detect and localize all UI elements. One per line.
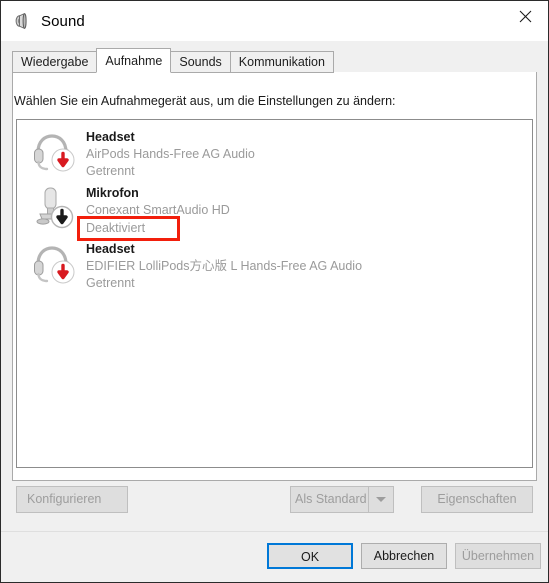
device-status-highlighted: Deaktiviert bbox=[76, 216, 181, 241]
close-icon[interactable] bbox=[502, 1, 548, 31]
tab-kommunikation[interactable]: Kommunikation bbox=[229, 51, 334, 73]
ok-button[interactable]: OK bbox=[267, 543, 353, 569]
window-title: Sound bbox=[41, 12, 85, 30]
list-item[interactable]: Headset AirPods Hands-Free AG Audio Getr… bbox=[17, 120, 532, 178]
apply-button[interactable]: Übernehmen bbox=[455, 543, 541, 569]
list-item[interactable]: Headset EDIFIER LolliPods方心版 L Hands-Fre… bbox=[17, 232, 532, 290]
device-name: Mikrofon bbox=[86, 186, 139, 200]
device-status: Getrennt bbox=[86, 164, 135, 178]
microphone-icon bbox=[29, 182, 77, 230]
list-item[interactable]: Mikrofon Conexant SmartAudio HD Deaktivi… bbox=[17, 176, 532, 241]
device-text-block: Mikrofon Conexant SmartAudio HD Deaktivi… bbox=[76, 185, 230, 241]
tab-wiedergabe[interactable]: Wiedergabe bbox=[12, 51, 98, 73]
panel-prompt-text: Wählen Sie ein Aufnahmegerät aus, um die… bbox=[14, 94, 396, 108]
configure-button[interactable]: Konfigurieren bbox=[16, 486, 128, 513]
recording-device-list[interactable]: Headset AirPods Hands-Free AG Audio Getr… bbox=[16, 119, 533, 468]
speaker-icon bbox=[11, 10, 33, 32]
sound-dialog-window: Sound Wiedergabe Aufnahme Sounds Kommuni… bbox=[0, 0, 549, 583]
headset-icon bbox=[29, 238, 77, 286]
chevron-down-icon[interactable] bbox=[368, 486, 394, 513]
cancel-button[interactable]: Abbrechen bbox=[361, 543, 447, 569]
headset-icon bbox=[29, 126, 77, 174]
tab-strip: Wiedergabe Aufnahme Sounds Kommunikation bbox=[12, 48, 537, 73]
dialog-footer: OK Abbrechen Übernehmen bbox=[1, 531, 548, 582]
device-text-block: Headset EDIFIER LolliPods方心版 L Hands-Fre… bbox=[86, 241, 362, 292]
set-default-button[interactable]: Als Standard bbox=[290, 486, 368, 513]
panel-button-row: Konfigurieren Als Standard Eigenschaften bbox=[16, 486, 533, 513]
properties-button[interactable]: Eigenschaften bbox=[421, 486, 533, 513]
title-bar: Sound bbox=[1, 1, 548, 41]
tab-sounds[interactable]: Sounds bbox=[170, 51, 231, 73]
device-name: Headset bbox=[86, 130, 135, 144]
device-description: EDIFIER LolliPods方心版 L Hands-Free AG Aud… bbox=[86, 259, 363, 273]
device-name: Headset bbox=[86, 242, 135, 256]
device-status: Getrennt bbox=[86, 276, 135, 290]
tab-aufnahme[interactable]: Aufnahme bbox=[96, 48, 172, 73]
device-description: Conexant SmartAudio HD bbox=[86, 203, 230, 217]
client-area: Wiedergabe Aufnahme Sounds Kommunikation… bbox=[1, 41, 548, 531]
caret-shape bbox=[376, 497, 386, 502]
device-text-block: Headset AirPods Hands-Free AG Audio Getr… bbox=[86, 129, 255, 180]
device-description: AirPods Hands-Free AG Audio bbox=[86, 147, 255, 161]
